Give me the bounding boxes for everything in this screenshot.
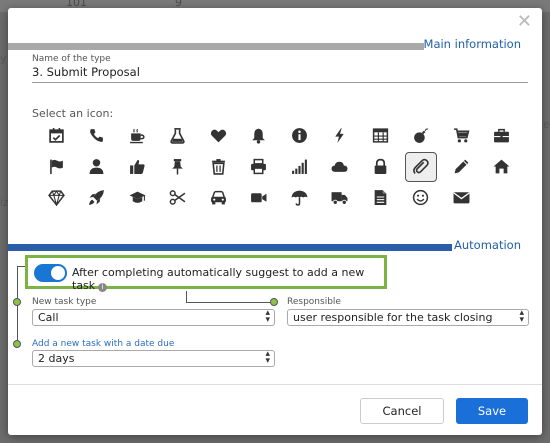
bomb-icon[interactable]	[401, 120, 442, 151]
truck-icon[interactable]	[320, 182, 361, 213]
trash-icon[interactable]	[198, 151, 239, 182]
close-icon[interactable]: ✕	[517, 12, 532, 32]
main-information-title: Main information	[423, 37, 521, 51]
selected-icon-frame	[404, 151, 437, 182]
envelope-icon[interactable]	[441, 182, 482, 213]
smile-icon[interactable]	[401, 182, 442, 213]
document-icon[interactable]	[360, 182, 401, 213]
background-side-text: y	[0, 52, 7, 65]
signal-icon[interactable]	[279, 151, 320, 182]
new-task-type-select[interactable]: Call ▴ ▾	[32, 309, 275, 326]
graduation-cap-icon[interactable]	[117, 182, 158, 213]
responsible-label: Responsible	[287, 297, 341, 307]
thumbs-up-icon[interactable]	[117, 151, 158, 182]
car-icon[interactable]	[198, 182, 239, 213]
select-arrows-icon: ▴ ▾	[265, 308, 270, 325]
save-button[interactable]: Save	[456, 398, 528, 424]
footer-divider	[8, 384, 542, 385]
type-name-underline	[32, 82, 528, 83]
user-icon[interactable]	[77, 151, 118, 182]
coffee-icon[interactable]	[117, 120, 158, 151]
automation-header: Automation	[8, 238, 542, 254]
scissors-icon[interactable]	[158, 182, 199, 213]
select-arrows-icon: ▴ ▾	[519, 308, 524, 325]
connector-node	[13, 298, 21, 306]
type-name-label: Name of the type	[32, 54, 111, 64]
background-side-text: e	[543, 118, 550, 131]
type-name-value[interactable]: 3. Submit Proposal	[32, 65, 528, 79]
bell-icon[interactable]	[239, 120, 280, 151]
auto-suggest-toggle[interactable]	[34, 264, 67, 282]
connector-node	[270, 298, 278, 306]
connector-line	[186, 291, 187, 302]
select-arrows-icon: ▴ ▾	[265, 349, 270, 366]
due-date-select[interactable]: 2 days ▴ ▾	[32, 350, 275, 367]
rocket-icon[interactable]	[77, 182, 118, 213]
auto-suggest-label-text: After completing automatically suggest t…	[72, 266, 365, 292]
pin-icon[interactable]	[158, 151, 199, 182]
umbrella-icon[interactable]	[279, 182, 320, 213]
table-icon[interactable]	[360, 120, 401, 151]
flask-icon[interactable]	[158, 120, 199, 151]
connector-node	[13, 340, 21, 348]
automation-title: Automation	[454, 238, 521, 252]
icon-picker	[36, 120, 516, 213]
flag-icon[interactable]	[36, 151, 77, 182]
diamond-icon[interactable]	[36, 182, 77, 213]
auto-suggest-label: After completing automatically suggest t…	[72, 266, 384, 292]
home-icon[interactable]	[482, 151, 523, 182]
video-camera-icon[interactable]	[239, 182, 280, 213]
new-task-type-value: Call	[38, 311, 59, 324]
section-divider	[8, 43, 424, 50]
paperclip-icon[interactable]	[401, 151, 442, 182]
printer-icon[interactable]	[239, 151, 280, 182]
cart-icon[interactable]	[441, 120, 482, 151]
heart-icon[interactable]	[198, 120, 239, 151]
main-information-header: Main information	[8, 37, 542, 53]
due-date-value: 2 days	[38, 352, 75, 365]
connector-line	[186, 302, 271, 303]
info-circle-icon[interactable]	[279, 120, 320, 151]
bolt-icon[interactable]	[320, 120, 361, 151]
new-task-type-label: New task type	[32, 297, 97, 307]
icons-label: Select an icon:	[32, 107, 114, 120]
cloud-icon[interactable]	[320, 151, 361, 182]
section-divider	[8, 244, 452, 251]
connector-line	[17, 266, 18, 346]
auto-suggest-highlight: After completing automatically suggest t…	[25, 255, 387, 292]
task-type-dialog: ✕ Main information Name of the type 3. S…	[8, 8, 542, 435]
responsible-value: user responsible for the task closing	[293, 311, 493, 324]
pencil-icon[interactable]	[441, 151, 482, 182]
calendar-check-icon[interactable]	[36, 120, 77, 151]
briefcase-icon[interactable]	[482, 120, 523, 151]
phone-icon[interactable]	[77, 120, 118, 151]
due-date-label: Add a new task with a date due	[32, 339, 175, 349]
type-name-field[interactable]: Name of the type 3. Submit Proposal	[32, 54, 528, 83]
info-icon[interactable]: i	[98, 283, 108, 292]
cancel-button[interactable]: Cancel	[360, 398, 444, 424]
responsible-select[interactable]: user responsible for the task closing ▴ ▾	[287, 309, 529, 326]
lock-icon[interactable]	[360, 151, 401, 182]
